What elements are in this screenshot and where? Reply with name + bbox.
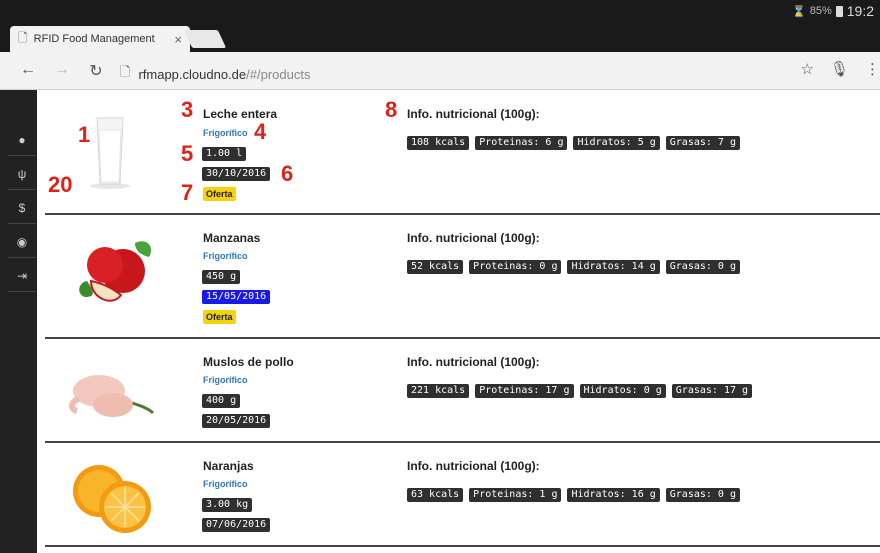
nutrition-title: Info. nutricional (100g): [407, 355, 540, 369]
toolbar-actions: ☆ 🎙 ⋮ [801, 60, 880, 78]
clock: 19:2 [846, 3, 874, 19]
forward-arrow-icon[interactable]: → [52, 61, 72, 79]
url-path: /#/products [246, 66, 311, 82]
carbs-badge: Hidratos: 16 g [567, 488, 660, 502]
bookmark-star-icon[interactable]: ☆ [801, 60, 814, 78]
product-card[interactable]: Leche entera Frigorífico 1.00 l 30/10/20… [45, 90, 880, 215]
product-location: Frigorífico [203, 479, 248, 489]
product-expiry-date: 15/05/2016 [202, 290, 271, 304]
nutrition-values: 63 kcals Proteinas: 1 g Hidratos: 16 g G… [407, 488, 740, 502]
kcals-badge: 63 kcals [407, 488, 464, 502]
nutrition-values: 52 kcals Proteinas: 0 g Hidratos: 14 g G… [407, 260, 740, 274]
battery-icon [835, 5, 843, 17]
product-quantity: 450 g [202, 270, 241, 284]
sidebar-item-prices[interactable]: $ [8, 192, 36, 224]
annotation-5: 5 [181, 141, 194, 166]
location-icon: ◉ [16, 234, 28, 249]
nutrition-values: 221 kcals Proteinas: 17 g Hidratos: 0 g … [407, 384, 753, 398]
carbs-badge: Hidratos: 14 g [567, 260, 660, 274]
sidebar-item-location[interactable]: ◉ [8, 226, 36, 258]
product-location: Frigorífico [203, 375, 248, 385]
browser-tab-strip: 🗋 RFID Food Management × [0, 22, 880, 52]
chicken-thighs-image [69, 375, 155, 417]
offer-badge: Oferta [203, 187, 236, 201]
page-icon: 🗋 [18, 30, 28, 45]
product-name: Muslos de pollo [203, 355, 294, 369]
sidebar-item-recipes[interactable]: ψ [8, 158, 36, 190]
fats-badge: Grasas: 7 g [665, 136, 740, 150]
product-card[interactable]: Naranjas Frigorífico 3.00 kg 07/06/2016 … [45, 443, 880, 547]
proteins-badge: Proteinas: 0 g [469, 260, 562, 274]
product-expiry-date: 20/05/2016 [202, 414, 271, 428]
annotation-6: 6 [281, 161, 294, 186]
product-quantity: 3.00 kg [202, 498, 253, 512]
apples-image [79, 241, 152, 302]
sidebar-item-products[interactable]: ● [8, 124, 36, 156]
alarm-icon: ⌛ [792, 5, 806, 18]
sidebar-item-logout[interactable]: ⇥ [8, 260, 36, 292]
dollar-icon: $ [18, 200, 26, 215]
kcals-badge: 108 kcals [407, 136, 470, 150]
fats-badge: Grasas: 17 g [671, 384, 753, 398]
close-tab-icon[interactable]: × [174, 32, 182, 47]
nutrition-title: Info. nutricional (100g): [407, 231, 540, 245]
kcals-badge: 221 kcals [407, 384, 470, 398]
annotation-3: 3 [181, 97, 194, 122]
tab-title: RFID Food Management [33, 33, 155, 45]
address-bar[interactable]: 🗋 rfmapp.cloudno.de/#/products [120, 63, 310, 85]
offer-badge: Oferta [203, 310, 236, 324]
annotation-8: 8 [385, 97, 398, 122]
product-card[interactable]: Manzanas Frigorífico 450 g 15/05/2016 Of… [45, 215, 880, 339]
annotation-4: 4 [254, 119, 267, 144]
new-tab-button[interactable] [183, 30, 227, 48]
product-name: Manzanas [203, 231, 261, 245]
product-expiry-date: 30/10/2016 [202, 167, 271, 181]
url-host: rfmapp.cloudno.de [138, 66, 247, 82]
product-card[interactable]: Muslos de pollo Frigorífico 400 g 20/05/… [45, 339, 880, 443]
product-location: Frigorífico [203, 128, 248, 138]
fats-badge: Grasas: 0 g [665, 260, 740, 274]
menu-dots-icon[interactable]: ⋮ [865, 60, 880, 78]
product-expiry-date: 07/06/2016 [202, 518, 271, 532]
status-indicators: ⌛ 85% 19:2 [792, 3, 874, 19]
proteins-badge: Proteinas: 17 g [475, 384, 574, 398]
products-list: Leche entera Frigorífico 1.00 l 30/10/20… [45, 90, 880, 553]
browser-toolbar: ← → ↻ 🗋 rfmapp.cloudno.de/#/products ☆ 🎙… [0, 52, 880, 90]
logout-icon: ⇥ [16, 268, 28, 283]
annotation-1: 1 [78, 122, 91, 147]
nutrition-values: 108 kcals Proteinas: 6 g Hidratos: 5 g G… [407, 136, 740, 150]
browser-tab[interactable]: 🗋 RFID Food Management × [10, 26, 190, 52]
carbs-badge: Hidratos: 5 g [573, 136, 660, 150]
page-info-icon: 🗋 [120, 64, 131, 79]
product-name: Naranjas [203, 459, 254, 473]
android-status-bar: ⌛ 85% 19:2 [0, 0, 880, 22]
cutlery-icon: ψ [17, 166, 27, 181]
battery-percent: 85% [809, 5, 832, 17]
apple-icon: ● [18, 132, 26, 147]
nutrition-title: Info. nutricional (100g): [407, 107, 540, 121]
carbs-badge: Hidratos: 0 g [579, 384, 666, 398]
oranges-image [73, 465, 151, 533]
product-quantity: 1.00 l [202, 147, 247, 161]
product-quantity: 400 g [202, 394, 241, 408]
reload-icon[interactable]: ↻ [86, 61, 106, 81]
app-sidebar: ● ψ $ ◉ ⇥ [0, 90, 37, 553]
product-location: Frigorífico [203, 251, 248, 261]
kcals-badge: 52 kcals [407, 260, 464, 274]
annotation-20: 20 [48, 172, 73, 197]
proteins-badge: Proteinas: 6 g [475, 136, 568, 150]
back-arrow-icon[interactable]: ← [18, 61, 38, 79]
annotation-7: 7 [181, 180, 194, 205]
fats-badge: Grasas: 0 g [665, 488, 740, 502]
nutrition-title: Info. nutricional (100g): [407, 459, 540, 473]
microphone-icon[interactable]: 🎙 [830, 60, 849, 78]
proteins-badge: Proteinas: 1 g [469, 488, 562, 502]
